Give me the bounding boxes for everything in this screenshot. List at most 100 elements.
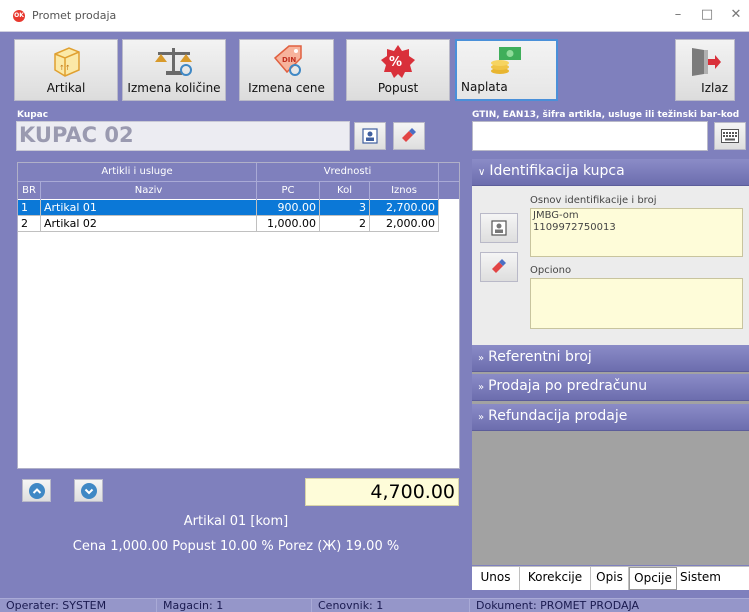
select-id-button[interactable] <box>480 213 518 243</box>
kupac-label: Kupac <box>17 110 49 120</box>
price-tag-icon: DIN <box>273 45 302 76</box>
col-kol[interactable]: Kol <box>320 182 370 200</box>
izmena-kolicine-label: Izmena količine <box>127 81 221 95</box>
prodaja-po-predracunu-header[interactable]: » Prodaja po predračunu <box>472 374 749 401</box>
cell-iznos: 2,700.00 <box>370 200 439 216</box>
status-operater: Operater: SYSTEM <box>0 599 157 612</box>
group-header-artikli: Artikli i usluge <box>18 163 257 181</box>
naplata-button[interactable]: Naplata <box>455 39 558 101</box>
refundacija-prodaje-header[interactable]: » Refundacija prodaje <box>472 404 749 431</box>
svg-text:%: % <box>389 55 402 70</box>
status-dokument: Dokument: PROMET PRODAJA <box>470 599 749 612</box>
col-iznos[interactable]: Iznos <box>370 182 439 200</box>
col-br[interactable]: BR <box>18 182 41 200</box>
table-column-header: BR Naziv PC Kol Iznos <box>18 181 459 200</box>
gtin-label: GTIN, EAN13, šifra artikla, usluge ili t… <box>472 110 740 120</box>
window-title: Promet prodaja <box>32 9 117 22</box>
identifikacija-kupca-body: Osnov identifikacije i broj JMBG-om 1109… <box>472 186 749 345</box>
osnov-field[interactable]: JMBG-om 1109972750013 <box>530 208 743 257</box>
tab-korekcije[interactable]: Korekcije <box>520 567 591 590</box>
move-up-button[interactable] <box>22 479 51 502</box>
osnov-number: 1109972750013 <box>533 222 616 233</box>
scale-icon <box>155 48 192 76</box>
cell-br: 2 <box>18 216 41 232</box>
cell-iznos: 2,000.00 <box>370 216 439 232</box>
artikal-button[interactable]: ↑↑ Artikal <box>14 39 118 101</box>
cell-kol: 3 <box>320 200 370 216</box>
artikal-label: Artikal <box>46 81 86 95</box>
referentni-broj-title: Referentni broj <box>488 349 592 365</box>
izmena-kolicine-button[interactable]: Izmena količine <box>122 39 226 101</box>
kupac-name: KUPAC 02 <box>19 123 134 147</box>
expand-chevron-icon: » <box>478 353 485 364</box>
cell-pc: 1,000.00 <box>257 216 320 232</box>
table-group-header: Artikli i usluge Vrednosti <box>18 163 459 181</box>
title-bar: OK Promet prodaja – □ ✕ <box>0 0 749 32</box>
izmena-cene-label: Izmena cene <box>248 81 325 95</box>
cell-naziv: Artikal 01 <box>41 200 257 216</box>
popust-label: Popust <box>377 81 419 95</box>
tab-unos[interactable]: Unos <box>472 567 520 590</box>
status-bar: Operater: SYSTEM Magacin: 1 Cenovnik: 1 … <box>0 598 749 612</box>
izlaz-label: Izlaz <box>701 81 728 95</box>
osnov-type: JMBG-om <box>533 210 579 221</box>
status-magacin: Magacin: 1 <box>157 599 312 612</box>
tab-opcije[interactable]: Opcije <box>629 567 677 590</box>
chevron-up-icon <box>29 483 45 499</box>
tab-sistem[interactable]: Sistem <box>677 567 749 590</box>
opciono-field[interactable] <box>530 278 743 329</box>
options-panel: ∨ Identifikacija kupca Osnov identifikaci… <box>472 159 749 565</box>
collapse-chevron-icon: ∨ <box>478 167 486 178</box>
eraser-icon <box>402 128 416 142</box>
discount-icon: % <box>381 45 415 78</box>
chevron-down-icon <box>81 483 97 499</box>
svg-text:↑↑: ↑↑ <box>59 64 71 72</box>
status-cenovnik: Cenovnik: 1 <box>312 599 470 612</box>
identifikacija-kupca-header[interactable]: ∨ Identifikacija kupca <box>472 159 749 186</box>
table-row[interactable]: 2 Artikal 02 1,000.00 2 2,000.00 <box>18 216 459 232</box>
clear-id-button[interactable] <box>480 252 518 282</box>
tab-opis[interactable]: Opis <box>591 567 629 590</box>
selected-item-pricing: Cena 1,000.00 Popust 10.00 % Porez (Ж) 1… <box>72 539 400 554</box>
app-icon: OK <box>13 10 25 22</box>
select-customer-button[interactable] <box>354 122 386 150</box>
selected-item-info: Artikal 01 [kom] <box>183 514 289 529</box>
total-amount: 4,700.00 <box>305 478 459 506</box>
move-down-button[interactable] <box>74 479 103 502</box>
maximize-button[interactable]: □ <box>697 6 717 24</box>
close-button[interactable]: ✕ <box>726 6 746 24</box>
contact-card-icon <box>362 128 378 144</box>
minimize-button[interactable]: – <box>668 6 688 24</box>
prodaja-po-predracunu-title: Prodaja po predračunu <box>488 378 648 394</box>
cell-br: 1 <box>18 200 41 216</box>
kupac-field[interactable]: KUPAC 02 <box>16 121 350 151</box>
box-icon: ↑↑ <box>54 47 80 77</box>
bottom-tabs: Unos Korekcije Opis Opcije Sistem <box>472 566 749 590</box>
cell-naziv: Artikal 02 <box>41 216 257 232</box>
eraser-icon <box>492 259 506 273</box>
expand-chevron-icon: » <box>478 382 485 393</box>
izlaz-button[interactable]: Izlaz <box>675 39 735 101</box>
popust-button[interactable]: % Popust <box>346 39 450 101</box>
gtin-input[interactable] <box>472 121 708 151</box>
naplata-label: Naplata <box>461 80 508 94</box>
col-naziv[interactable]: Naziv <box>41 182 257 200</box>
exit-icon <box>692 48 721 76</box>
cell-kol: 2 <box>320 216 370 232</box>
group-header-vrednosti: Vrednosti <box>257 163 439 181</box>
osnov-label: Osnov identifikacije i broj <box>530 195 657 206</box>
cell-pc: 900.00 <box>257 200 320 216</box>
col-pc[interactable]: PC <box>257 182 320 200</box>
referentni-broj-header[interactable]: » Referentni broj <box>472 345 749 372</box>
clear-customer-button[interactable] <box>393 122 425 150</box>
keyboard-button[interactable] <box>714 122 746 150</box>
table-row[interactable]: 1 Artikal 01 900.00 3 2,700.00 <box>18 200 459 216</box>
svg-text:DIN: DIN <box>282 56 296 64</box>
payment-icon <box>490 47 521 74</box>
keyboard-icon <box>721 129 739 143</box>
items-table: Artikli i usluge Vrednosti BR Naziv PC K… <box>17 162 460 469</box>
izmena-cene-button[interactable]: DIN Izmena cene <box>239 39 334 101</box>
toolbar: ↑↑ Artikal Izmena količine DIN Izmena ce… <box>0 33 749 105</box>
refundacija-prodaje-title: Refundacija prodaje <box>488 408 628 424</box>
contact-card-icon <box>491 220 507 236</box>
